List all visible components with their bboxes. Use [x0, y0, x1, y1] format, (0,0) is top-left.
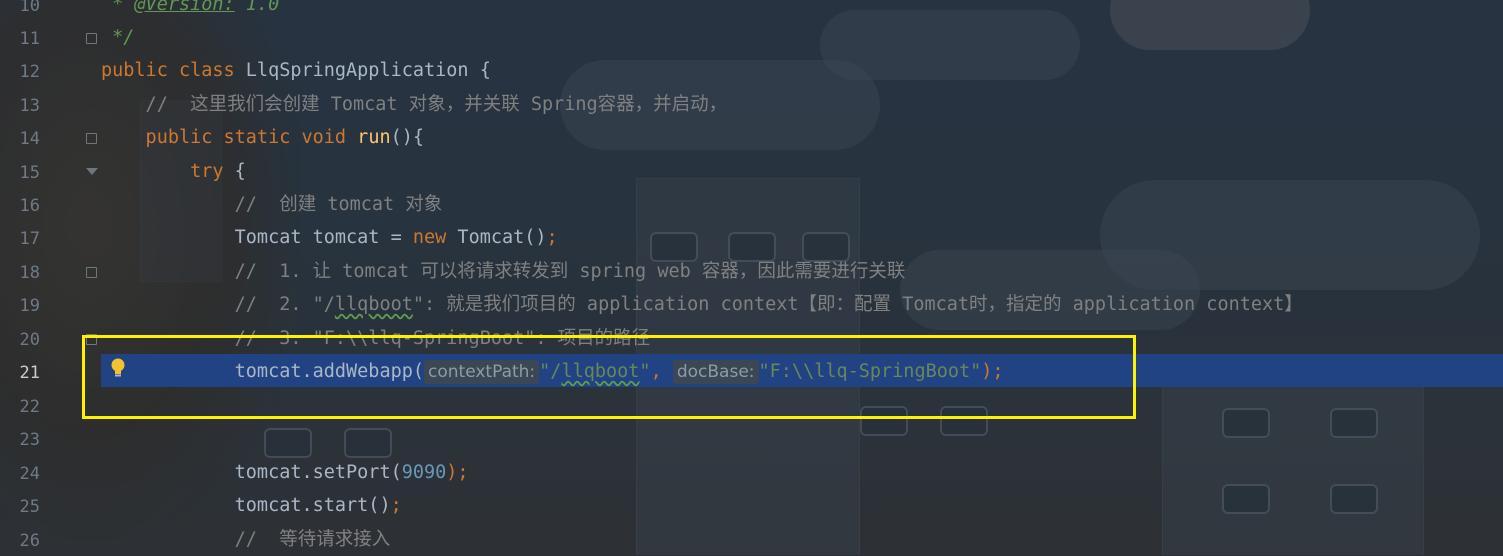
- keyword: public static void: [101, 127, 347, 148]
- line-number: 22: [19, 397, 40, 417]
- line-number: 18: [19, 263, 40, 283]
- line-number: 23: [19, 430, 40, 450]
- line-number: 11: [19, 29, 40, 49]
- semicolon: );: [446, 462, 469, 483]
- line-number: 26: [19, 531, 40, 551]
- code-line[interactable]: public static void run(){: [101, 121, 1503, 154]
- class-name: LlqSpringApplication {: [234, 60, 491, 81]
- string-literal: "F:\\llq-SpringBoot": [758, 361, 982, 382]
- line-number: 10: [19, 0, 40, 16]
- keyword: new: [412, 227, 447, 248]
- semicolon: ;: [546, 227, 558, 248]
- parameter-hint: docBase:: [672, 360, 759, 384]
- doc-comment: */: [101, 27, 135, 48]
- line-comment: // 等待请求接入: [101, 529, 391, 550]
- fold-marker-icon[interactable]: [86, 267, 97, 278]
- semicolon: ;: [390, 495, 402, 516]
- line-comment: // 1. 让 tomcat 可以将请求转发到 spring web 容器，因此…: [101, 261, 906, 282]
- semicolon: );: [981, 361, 1004, 382]
- line-comment: // 2. "/: [101, 294, 335, 315]
- line-comment: // 创建 tomcat 对象: [101, 194, 443, 215]
- method-name: run: [346, 127, 391, 148]
- line-comment: ": 就是我们项目的 application context【即：配置 Tomc…: [412, 294, 1303, 315]
- code-line[interactable]: tomcat.setPort(9090);: [101, 456, 1503, 489]
- typo-word: llqboot: [561, 361, 640, 382]
- code-line[interactable]: // 2. "/llqboot": 就是我们项目的 application co…: [101, 288, 1503, 321]
- code-text: Tomcat tomcat =: [101, 227, 413, 248]
- string-literal: "/: [539, 361, 562, 382]
- fold-marker-icon[interactable]: [86, 334, 97, 345]
- line-number: 13: [19, 96, 40, 116]
- lightbulb-icon[interactable]: [109, 357, 127, 379]
- code-line[interactable]: */: [101, 21, 1503, 54]
- code-line[interactable]: tomcat.start();: [101, 489, 1503, 522]
- code-text: (){: [390, 127, 425, 148]
- method-call: tomcat.addWebapp(: [101, 361, 425, 382]
- line-number: 16: [19, 196, 40, 216]
- code-line[interactable]: * @Version: 1.0: [101, 0, 1503, 21]
- doc-tag: @Version:: [134, 0, 235, 15]
- line-number: 17: [19, 229, 40, 249]
- line-number: 15: [19, 163, 40, 183]
- code-line[interactable]: Tomcat tomcat = new Tomcat();: [101, 221, 1503, 254]
- line-number: 25: [19, 497, 40, 517]
- typo-word: llqboot: [334, 294, 413, 315]
- line-number: 24: [19, 464, 40, 484]
- line-number: 20: [19, 330, 40, 350]
- method-call: tomcat.start(): [101, 495, 391, 516]
- line-number: 19: [19, 296, 40, 316]
- code-line[interactable]: // 1. 让 tomcat 可以将请求转发到 spring web 容器，因此…: [101, 255, 1503, 288]
- code-text: Tomcat(): [446, 227, 547, 248]
- string-literal: ": [639, 361, 651, 382]
- line-number: 12: [19, 62, 40, 82]
- code-line[interactable]: // 这里我们会创建 Tomcat 对象，并关联 Spring容器，并启动，: [101, 88, 1503, 121]
- comma: ,: [650, 361, 673, 382]
- line-comment: // 这里我们会创建 Tomcat 对象，并关联 Spring容器，并启动，: [101, 94, 728, 115]
- line-number: 14: [19, 129, 40, 149]
- code-line[interactable]: public class LlqSpringApplication {: [101, 54, 1503, 87]
- doc-comment: *: [101, 0, 135, 15]
- code-line[interactable]: // 等待请求接入: [101, 523, 1503, 556]
- code-line[interactable]: try {: [101, 155, 1503, 188]
- code-line[interactable]: // 创建 tomcat 对象: [101, 188, 1503, 221]
- method-call: tomcat.setPort(: [101, 462, 402, 483]
- fold-marker-icon[interactable]: [86, 33, 97, 44]
- line-number-gutter[interactable]: 10 11 12 13 14 15 16 17 18 19 20 21 22 2…: [0, 0, 98, 555]
- keyword: try: [101, 161, 224, 182]
- parameter-hint: contextPath:: [424, 360, 540, 384]
- code-line[interactable]: // 3. "F:\\llq-SpringBoot": 项目的路径: [101, 322, 1503, 355]
- code-line-current[interactable]: tomcat.addWebapp(contextPath: "/llqboot",…: [101, 355, 1503, 388]
- line-comment: // 3. "F:\\llq-SpringBoot": 项目的路径: [101, 328, 651, 349]
- fold-marker-icon[interactable]: [86, 133, 97, 144]
- line-number-current: 21: [19, 363, 40, 383]
- number-literal: 9090: [401, 462, 447, 483]
- code-text: {: [223, 161, 246, 182]
- keyword: public class: [101, 60, 235, 81]
- fold-marker-icon[interactable]: [86, 168, 98, 175]
- doc-comment: 1.0: [234, 0, 280, 15]
